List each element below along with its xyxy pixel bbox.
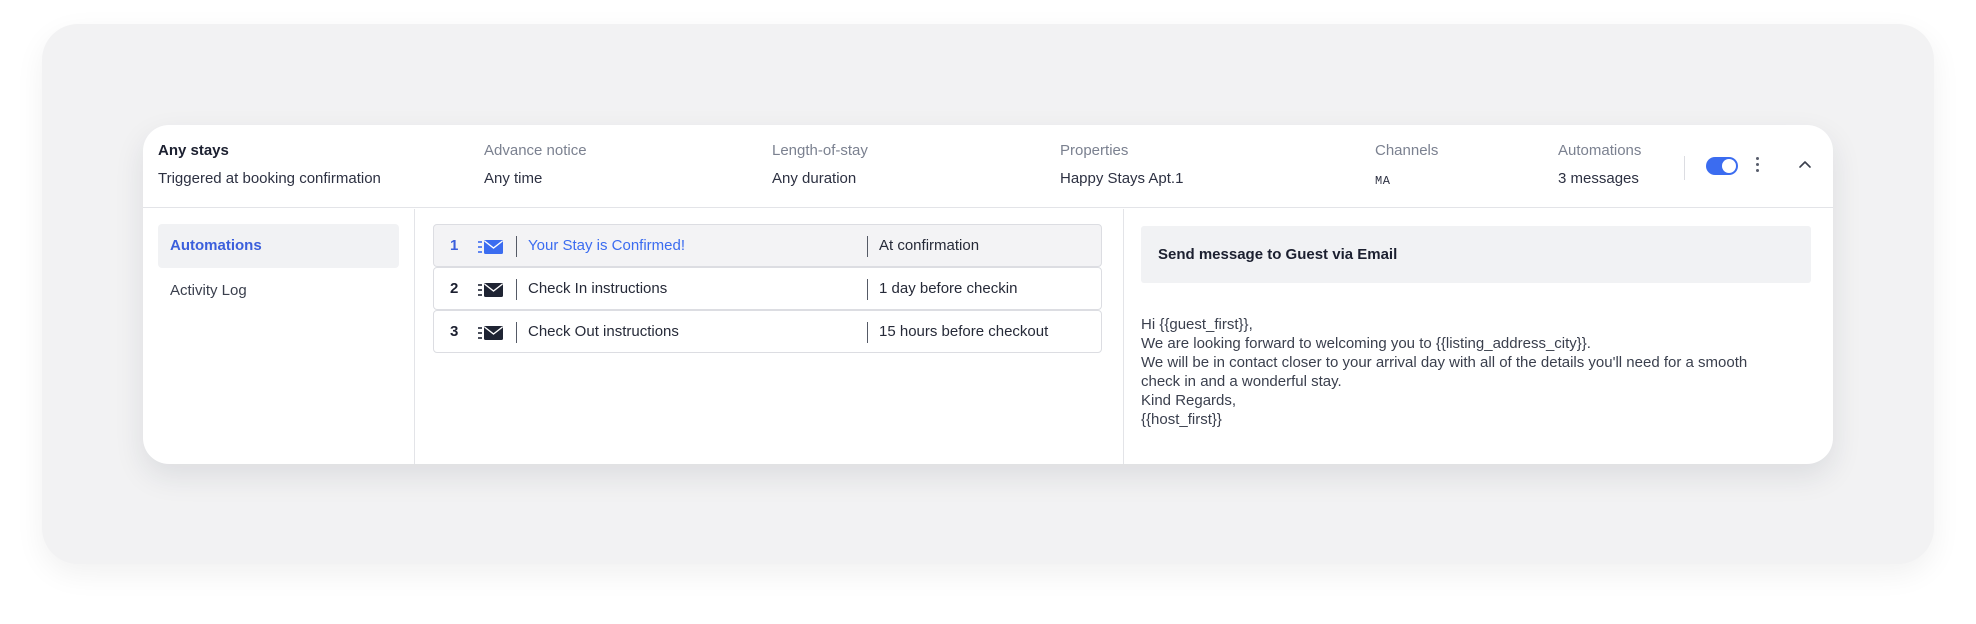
length-of-stay-label: Length-of-stay bbox=[772, 142, 868, 159]
message-title: Check In instructions bbox=[528, 280, 668, 297]
message-line: We will be in contact closer to your arr… bbox=[1141, 354, 1748, 371]
stays-title: Any stays bbox=[158, 142, 229, 159]
automation-header: Any stays Triggered at booking confirmat… bbox=[143, 125, 1833, 208]
more-options-icon[interactable] bbox=[1751, 155, 1763, 175]
message-number: 3 bbox=[450, 323, 459, 340]
automation-card: Any stays Triggered at booking confirmat… bbox=[143, 125, 1833, 464]
channel-badge: MA bbox=[1375, 174, 1391, 188]
message-timing: At confirmation bbox=[879, 237, 980, 254]
email-icon bbox=[478, 283, 503, 297]
row-divider bbox=[516, 236, 517, 257]
automations-column: Automations 3 messages bbox=[1558, 141, 1641, 189]
properties-value: Happy Stays Apt.1 bbox=[1060, 170, 1184, 187]
row-divider bbox=[867, 236, 868, 257]
message-timing: 15 hours before checkout bbox=[879, 323, 1049, 340]
sidebar-item-activity-log[interactable]: Activity Log bbox=[158, 269, 399, 313]
message-number: 1 bbox=[450, 237, 459, 254]
enable-toggle[interactable] bbox=[1706, 157, 1738, 175]
trigger-text: Triggered at booking confirmation bbox=[158, 170, 381, 187]
length-of-stay-column: Length-of-stay Any duration bbox=[772, 141, 868, 189]
email-icon bbox=[478, 326, 503, 340]
header-divider bbox=[1684, 156, 1685, 180]
stays-column: Any stays Triggered at booking confirmat… bbox=[158, 141, 381, 189]
advance-notice-column: Advance notice Any time bbox=[484, 141, 587, 189]
length-of-stay-value: Any duration bbox=[772, 170, 857, 187]
message-row[interactable]: 3 Check Out instructions 15 hours before… bbox=[433, 310, 1102, 353]
message-title: Check Out instructions bbox=[528, 323, 679, 340]
toggle-knob bbox=[1722, 159, 1736, 173]
message-list: 1 Your Stay is Confirmed! At confirmatio… bbox=[416, 209, 1124, 464]
channels-label: Channels bbox=[1375, 142, 1439, 159]
sidebar-item-automations[interactable]: Automations bbox=[158, 224, 399, 268]
email-icon bbox=[478, 240, 503, 254]
message-timing: 1 day before checkin bbox=[879, 280, 1018, 297]
automations-count: 3 messages bbox=[1558, 170, 1639, 187]
message-title: Your Stay is Confirmed! bbox=[528, 237, 686, 254]
chevron-up-icon[interactable] bbox=[1797, 157, 1813, 173]
channels-column: Channels MA bbox=[1375, 141, 1438, 191]
row-divider bbox=[867, 322, 868, 343]
message-line: check in and a wonderful stay. bbox=[1141, 373, 1342, 390]
message-line: We are looking forward to welcoming you … bbox=[1141, 335, 1591, 352]
row-divider bbox=[516, 322, 517, 343]
message-line: Kind Regards, bbox=[1141, 392, 1237, 409]
detail-heading: Send message to Guest via Email bbox=[1141, 226, 1811, 283]
row-divider bbox=[516, 279, 517, 300]
advance-notice-value: Any time bbox=[484, 170, 543, 187]
message-row[interactable]: 1 Your Stay is Confirmed! At confirmatio… bbox=[433, 224, 1102, 267]
message-line: {{host_first}} bbox=[1141, 411, 1222, 428]
automations-label: Automations bbox=[1558, 142, 1642, 159]
properties-label: Properties bbox=[1060, 142, 1129, 159]
message-number: 2 bbox=[450, 280, 459, 297]
sidebar: Automations Activity Log bbox=[143, 209, 415, 464]
message-detail: Send message to Guest via Email Hi {{gue… bbox=[1125, 209, 1833, 464]
advance-notice-label: Advance notice bbox=[484, 142, 587, 159]
message-body: Hi {{guest_first}}, We are looking forwa… bbox=[1141, 315, 1821, 429]
properties-column: Properties Happy Stays Apt.1 bbox=[1060, 141, 1183, 189]
message-row[interactable]: 2 Check In instructions 1 day before che… bbox=[433, 267, 1102, 310]
row-divider bbox=[867, 279, 868, 300]
message-line: Hi {{guest_first}}, bbox=[1141, 316, 1253, 333]
